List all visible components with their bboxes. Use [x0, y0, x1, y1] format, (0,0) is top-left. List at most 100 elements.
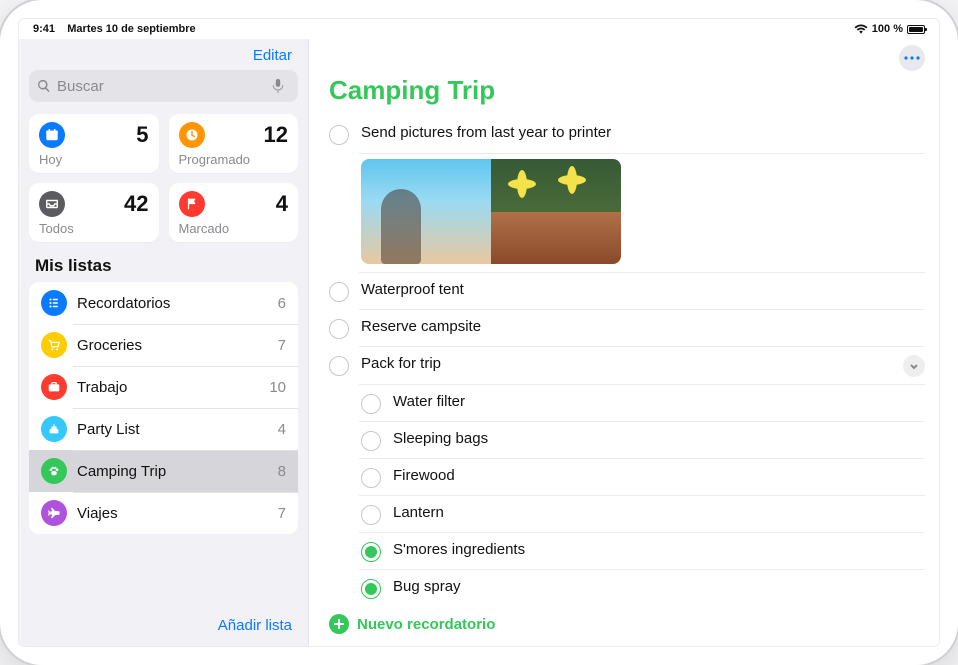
cart-icon: [41, 332, 67, 358]
smart-count: 5: [136, 122, 148, 148]
reminder-checkbox[interactable]: [361, 579, 381, 599]
smart-card-todos[interactable]: 42 Todos: [29, 183, 159, 242]
clock-icon: [179, 122, 205, 148]
reminder-checkbox[interactable]: [361, 542, 381, 562]
list-name: Trabajo: [77, 379, 127, 396]
reminder-text[interactable]: Lantern: [393, 504, 925, 521]
smart-label: Programado: [179, 152, 289, 167]
search-input[interactable]: Buscar: [29, 70, 298, 102]
reminder-item[interactable]: Sleeping bags: [329, 422, 925, 459]
reminder-text[interactable]: Firewood: [393, 467, 925, 484]
plane-icon: [41, 500, 67, 526]
status-date: Martes 10 de septiembre: [67, 23, 195, 35]
sidebar-list-viajes[interactable]: Viajes 7: [29, 492, 298, 534]
plus-icon[interactable]: [329, 614, 349, 634]
sidebar-list-trabajo[interactable]: Trabajo 10: [29, 366, 298, 408]
status-time: 9:41: [33, 23, 55, 35]
screen: 9:41 Martes 10 de septiembre 100 % Edita…: [18, 18, 940, 647]
sidebar: Editar Buscar 5Hoy12Programado42Todos4Ma…: [19, 39, 309, 646]
add-list-button[interactable]: Añadir lista: [218, 617, 292, 634]
cake-icon: [41, 416, 67, 442]
expand-button[interactable]: [903, 355, 925, 377]
search-placeholder: Buscar: [57, 78, 104, 95]
reminder-checkbox[interactable]: [329, 356, 349, 376]
reminder-item[interactable]: Water filter: [329, 385, 925, 422]
more-button[interactable]: [899, 45, 925, 71]
reminder-checkbox[interactable]: [329, 282, 349, 302]
reminder-attachments[interactable]: [361, 159, 621, 264]
smart-label: Hoy: [39, 152, 149, 167]
smart-count: 42: [124, 191, 148, 217]
reminder-item[interactable]: Reserve campsite: [329, 310, 925, 347]
reminder-checkbox[interactable]: [329, 125, 349, 145]
sidebar-header: Editar: [29, 43, 298, 70]
list-count: 10: [269, 379, 286, 396]
smart-lists-grid: 5 Hoy 12 Programado 42 Todos 4Marcado: [29, 114, 298, 242]
reminder-item[interactable]: Firewood: [329, 459, 925, 496]
reminder-item[interactable]: Lantern: [329, 496, 925, 533]
list-count: 7: [278, 505, 286, 522]
reminder-item[interactable]: S'mores ingredients: [329, 533, 925, 570]
reminder-checkbox[interactable]: [361, 431, 381, 451]
reminder-checkbox[interactable]: [361, 505, 381, 525]
attachment-thumbnail[interactable]: [361, 159, 491, 264]
smart-label: Todos: [39, 221, 149, 236]
attachment-thumbnail[interactable]: [491, 212, 621, 265]
reminder-checkbox[interactable]: [361, 394, 381, 414]
list-name: Recordatorios: [77, 295, 170, 312]
main-toolbar: [309, 39, 939, 71]
reminder-checkbox[interactable]: [361, 468, 381, 488]
edit-button[interactable]: Editar: [253, 47, 292, 64]
reminder-item[interactable]: Bug spray: [329, 570, 925, 605]
calendar-icon: [39, 122, 65, 148]
status-right: 100 %: [854, 23, 925, 35]
reminder-item[interactable]: Pack for trip: [329, 347, 925, 385]
reminder-text[interactable]: Water filter: [393, 393, 925, 410]
search-icon: [37, 79, 51, 93]
reminder-text[interactable]: S'mores ingredients: [393, 541, 925, 558]
status-bar: 9:41 Martes 10 de septiembre 100 %: [19, 19, 939, 39]
list-title: Camping Trip: [309, 71, 939, 116]
sidebar-list-camping-trip[interactable]: Camping Trip 8: [29, 450, 298, 492]
sidebar-list-recordatorios[interactable]: Recordatorios 6: [29, 282, 298, 324]
reminder-text[interactable]: Pack for trip: [361, 355, 903, 372]
list-name: Viajes: [77, 505, 118, 522]
mic-icon[interactable]: [272, 78, 284, 94]
battery-icon: [907, 25, 925, 34]
smart-count: 12: [264, 122, 288, 148]
reminders-list: Send pictures from last year to printer …: [309, 116, 939, 604]
app-body: Editar Buscar 5Hoy12Programado42Todos4Ma…: [19, 39, 939, 646]
reminder-text[interactable]: Sleeping bags: [393, 430, 925, 447]
new-reminder-button[interactable]: Nuevo recordatorio: [357, 616, 495, 633]
wifi-icon: [854, 24, 868, 34]
smart-card-hoy[interactable]: 5 Hoy: [29, 114, 159, 173]
attachment-thumbnail[interactable]: [491, 159, 621, 212]
reminder-text[interactable]: Reserve campsite: [361, 318, 925, 335]
sidebar-list-groceries[interactable]: Groceries 7: [29, 324, 298, 366]
inbox-icon: [39, 191, 65, 217]
attachment-thumbnail-stack: [491, 159, 621, 264]
list-name: Groceries: [77, 337, 142, 354]
status-left: 9:41 Martes 10 de septiembre: [33, 23, 196, 35]
list-name: Camping Trip: [77, 463, 166, 480]
sidebar-footer: Añadir lista: [29, 607, 298, 638]
lists-container: Recordatorios 6 Groceries 7 Trabajo 10 Party L…: [29, 282, 298, 534]
smart-card-programado[interactable]: 12 Programado: [169, 114, 299, 173]
list-count: 7: [278, 337, 286, 354]
reminder-text[interactable]: Send pictures from last year to printer: [361, 124, 925, 141]
reminder-checkbox[interactable]: [329, 319, 349, 339]
list-count: 4: [278, 421, 286, 438]
my-lists-header: Mis listas: [29, 256, 298, 282]
smart-label: Marcado: [179, 221, 289, 236]
reminder-item[interactable]: Send pictures from last year to printer: [329, 116, 925, 153]
list-count: 8: [278, 463, 286, 480]
list-count: 6: [278, 295, 286, 312]
sidebar-list-party-list[interactable]: Party List 4: [29, 408, 298, 450]
reminder-text[interactable]: Bug spray: [393, 578, 925, 595]
flag-icon: [179, 191, 205, 217]
smart-card-marcado[interactable]: 4Marcado: [169, 183, 299, 242]
main-footer: Nuevo recordatorio: [309, 604, 939, 646]
list-name: Party List: [77, 421, 140, 438]
reminder-text[interactable]: Waterproof tent: [361, 281, 925, 298]
reminder-item[interactable]: Waterproof tent: [329, 273, 925, 310]
